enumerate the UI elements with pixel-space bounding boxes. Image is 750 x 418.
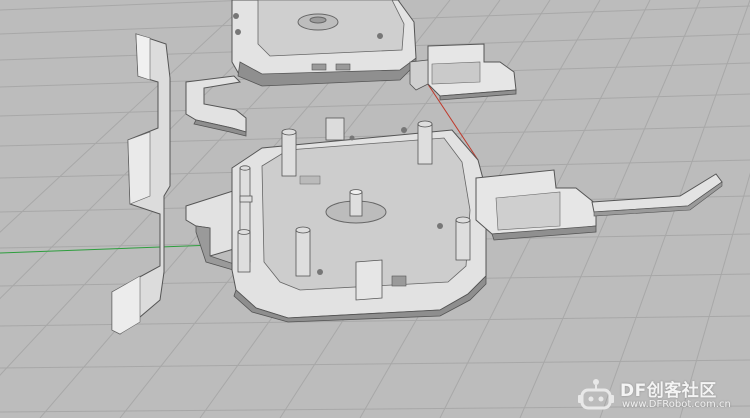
watermark-url: www.DFRobot.com.cn xyxy=(622,399,731,410)
dfrobot-watermark: DF创客社区 www.DFRobot.com.cn xyxy=(576,376,748,416)
top-enclosure-shell[interactable] xyxy=(231,0,417,87)
dfrobot-logo-icon xyxy=(578,379,614,410)
bottom-enclosure-base[interactable] xyxy=(231,117,487,323)
3d-viewport[interactable]: DF创客社区 www.DFRobot.com.cn xyxy=(0,0,750,418)
watermark-title: DF创客社区 xyxy=(620,381,717,401)
viewport-canvas[interactable] xyxy=(0,0,750,418)
